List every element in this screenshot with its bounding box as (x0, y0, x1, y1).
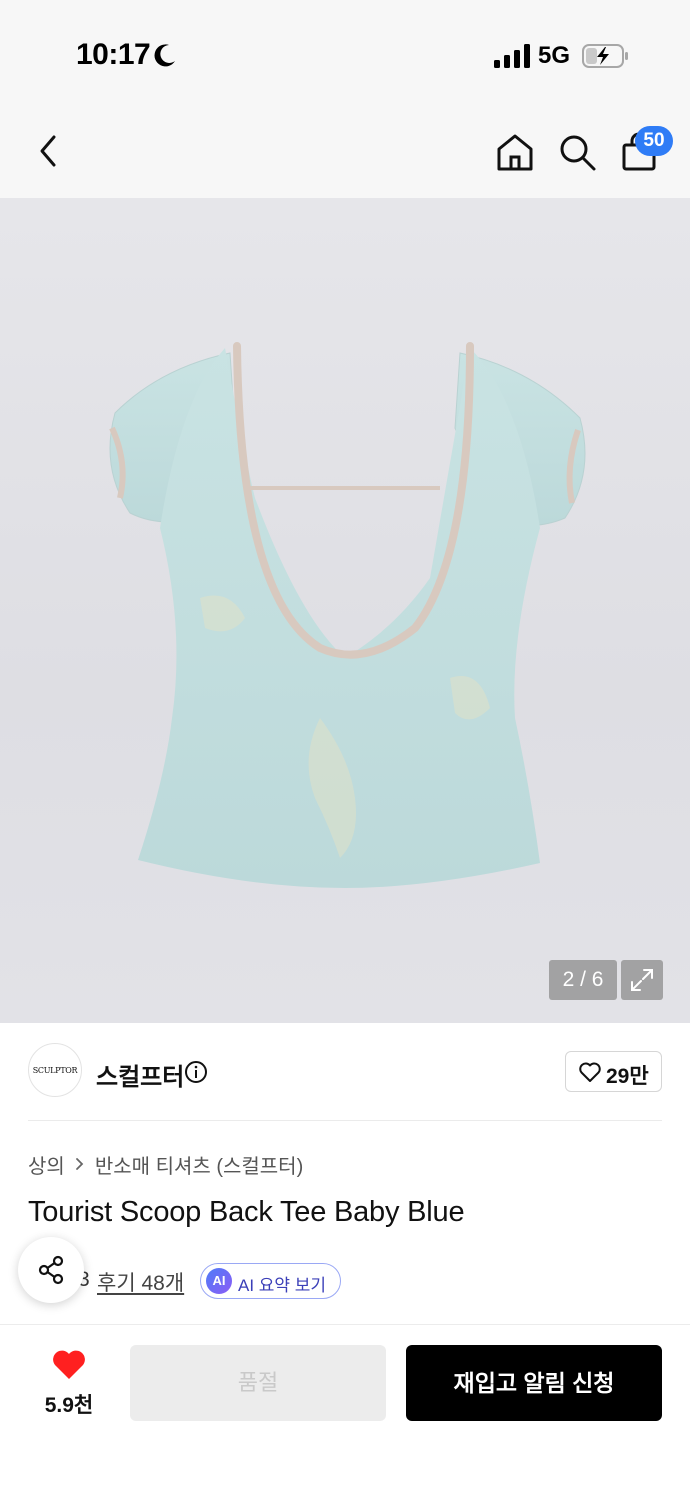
info-icon[interactable] (184, 1060, 208, 1084)
review-count-link[interactable]: 후기 48개 (97, 1267, 184, 1297)
restock-alert-button[interactable]: 재입고 알림 신청 (406, 1345, 662, 1421)
cart-count-badge[interactable]: 50 (635, 126, 673, 156)
ai-badge-icon: AI (206, 1268, 232, 1294)
brand-like-button[interactable]: 29만 (565, 1051, 662, 1092)
heart-outline-icon (579, 1062, 601, 1082)
wish-count: 5.9천 (44, 1394, 94, 1417)
product-title: Tourist Scoop Back Tee Baby Blue (28, 1196, 465, 1228)
ai-summary-label: AI 요약 보기 (238, 1276, 327, 1295)
brand-row: SCULPTOR 스컬프터 29만 (0, 1023, 690, 1121)
section-divider (28, 1120, 662, 1121)
gallery-page-indicator: 2 / 6 (549, 960, 617, 1000)
product-image[interactable]: 2 / 6 (0, 198, 690, 1023)
breadcrumb: 상의 반소매 티셔츠 (스컬프터) (28, 1150, 303, 1178)
back-icon[interactable] (34, 133, 64, 169)
heart-filled-icon[interactable] (51, 1349, 87, 1381)
bottom-action-bar: 5.9천 품절 재입고 알림 신청 (0, 1325, 690, 1500)
soldout-button[interactable]: 품절 (130, 1345, 386, 1421)
signal-icon (494, 44, 530, 68)
status-time: 10:17 (76, 38, 151, 71)
expand-icon (631, 969, 653, 991)
ai-summary-button[interactable]: AI AI 요약 보기 (200, 1263, 341, 1299)
top-nav (0, 105, 690, 198)
network-label: 5G (538, 42, 571, 69)
moon-icon (154, 44, 175, 67)
status-bar: 10:17 5G (0, 0, 690, 105)
search-icon[interactable] (556, 131, 598, 173)
breadcrumb-subcategory[interactable]: 반소매 티셔츠 (스컬프터) (95, 1150, 303, 1179)
brand-like-count: 29만 (606, 1065, 649, 1088)
share-icon (38, 1255, 64, 1285)
chevron-right-icon (75, 1158, 84, 1170)
brand-name[interactable]: 스컬프터 (96, 1057, 184, 1092)
share-button[interactable] (18, 1237, 84, 1303)
product-photo (109, 342, 586, 888)
brand-logo[interactable]: SCULPTOR (28, 1043, 82, 1097)
home-icon[interactable] (494, 131, 536, 173)
expand-button[interactable] (621, 960, 663, 1000)
breadcrumb-category[interactable]: 상의 (28, 1150, 65, 1179)
battery-charging-icon (582, 44, 628, 68)
